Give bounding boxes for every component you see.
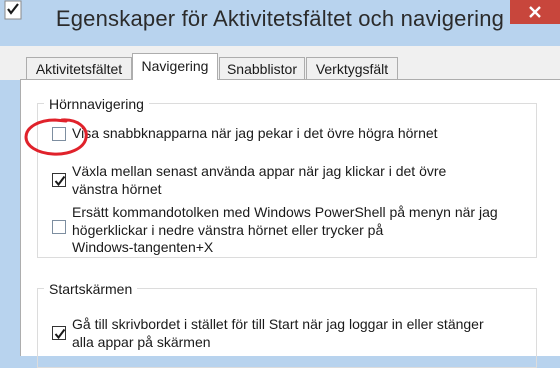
go-to-desktop-checkbox[interactable] <box>52 326 66 340</box>
checkmark-icon <box>54 175 66 187</box>
powershell-label-line3[interactable]: Windows-tangenten+X <box>72 239 213 257</box>
option-show-charms[interactable]: Visa snabbknapparna när jag pekar i det … <box>52 125 522 145</box>
powershell-checkbox[interactable] <box>52 220 66 234</box>
switch-apps-label-line1[interactable]: Växla mellan senast använda appar när ja… <box>72 163 446 181</box>
tab-navigering[interactable]: Navigering <box>132 53 218 80</box>
go-to-desktop-label-line1[interactable]: Gå till skrivbordet i stället för till S… <box>72 316 484 334</box>
close-icon <box>529 6 541 18</box>
tab-aktivitetsfaltet[interactable]: Aktivitetsfältet <box>26 57 132 79</box>
tab-verktygsfalt[interactable]: Verktygsfält <box>306 57 398 79</box>
window-title: Egenskaper för Aktivitetsfältet och navi… <box>55 6 505 31</box>
powershell-label-line2[interactable]: högerklickar i nedre vänstra hörnet elle… <box>72 222 383 240</box>
close-button[interactable] <box>510 0 560 24</box>
red-circle-annotation <box>24 118 88 156</box>
start-screen-title: Startskärmen <box>44 281 138 297</box>
show-charms-label[interactable]: Visa snabbknapparna när jag pekar i det … <box>72 125 438 143</box>
go-to-desktop-label-line2[interactable]: alla appar på skärmen <box>72 334 211 352</box>
checkmark-icon <box>54 328 66 340</box>
switch-apps-checkbox[interactable] <box>52 173 66 187</box>
tab-snabblistor[interactable]: Snabblistor <box>219 57 305 79</box>
corner-navigation-title: Hörnnavigering <box>44 96 149 112</box>
option-powershell[interactable]: Ersätt kommandotolken med Windows PowerS… <box>52 204 522 257</box>
title-bar[interactable]: Egenskaper för Aktivitetsfältet och navi… <box>0 0 560 46</box>
option-switch-apps[interactable]: Växla mellan senast använda appar när ja… <box>52 163 522 199</box>
option-go-to-desktop[interactable]: Gå till skrivbordet i stället för till S… <box>52 316 522 352</box>
powershell-label-line1[interactable]: Ersätt kommandotolken med Windows PowerS… <box>72 204 498 222</box>
switch-apps-label-line2[interactable]: vänstra hörnet <box>72 181 162 199</box>
